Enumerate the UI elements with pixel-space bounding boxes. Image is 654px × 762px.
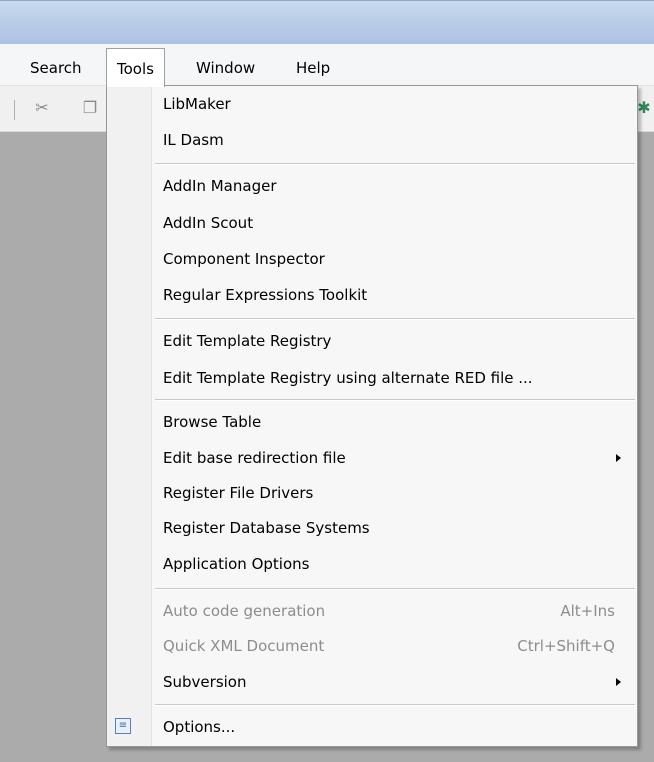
menu-item-auto-code-generation: Auto code generation Alt+Ins	[107, 594, 637, 628]
toolbar-separator	[14, 100, 15, 120]
menu-item-register-database-systems[interactable]: Register Database Systems	[107, 511, 637, 545]
menu-item-edit-template-registry[interactable]: Edit Template Registry	[107, 324, 637, 358]
menu-separator	[155, 318, 635, 320]
copy-icon[interactable]: ❐	[78, 96, 102, 120]
menu-bar: Search Tools Window Help	[0, 44, 654, 87]
menu-item-label: Subversion	[163, 673, 247, 691]
menu-item-label: Component Inspector	[163, 250, 325, 268]
menu-tools[interactable]: Tools	[106, 48, 165, 87]
menu-item-label: Auto code generation	[163, 602, 326, 620]
scissors-icon[interactable]: ✂	[30, 96, 54, 120]
menu-item-label: LibMaker	[163, 95, 231, 113]
menu-search[interactable]: Search	[22, 56, 90, 80]
menu-separator	[155, 399, 635, 401]
menu-item-subversion[interactable]: Subversion	[107, 665, 637, 699]
tools-menu-dropdown: LibMaker IL Dasm AddIn Manager AddIn Sco…	[106, 85, 638, 747]
menu-item-shortcut: Ctrl+Shift+Q	[517, 637, 615, 655]
menu-separator	[155, 163, 635, 165]
menu-item-label: Edit base redirection file	[163, 449, 346, 467]
menu-item-register-file-drivers[interactable]: Register File Drivers	[107, 476, 637, 510]
menu-separator	[155, 704, 635, 706]
menu-item-label: Register Database Systems	[163, 519, 370, 537]
title-bar	[0, 0, 654, 44]
menu-item-addin-scout[interactable]: AddIn Scout	[107, 206, 637, 240]
menu-item-label: Options...	[163, 718, 236, 736]
menu-item-regular-expressions-toolkit[interactable]: Regular Expressions Toolkit	[107, 278, 637, 312]
menu-item-label: AddIn Scout	[163, 214, 254, 232]
menu-help[interactable]: Help	[288, 56, 338, 80]
menu-item-addin-manager[interactable]: AddIn Manager	[107, 169, 637, 203]
menu-item-label: Edit Template Registry	[163, 332, 332, 350]
menu-item-application-options[interactable]: Application Options	[107, 547, 637, 581]
menu-item-il-dasm[interactable]: IL Dasm	[107, 123, 637, 157]
menu-item-browse-table[interactable]: Browse Table	[107, 405, 637, 439]
menu-item-shortcut: Alt+Ins	[560, 602, 615, 620]
menu-item-label: Quick XML Document	[163, 637, 325, 655]
menu-item-quick-xml-document: Quick XML Document Ctrl+Shift+Q	[107, 629, 637, 663]
submenu-arrow-icon	[616, 454, 621, 462]
menu-item-label: AddIn Manager	[163, 177, 277, 195]
menu-item-options[interactable]: ≡ Options...	[107, 710, 637, 744]
menu-item-libmaker[interactable]: LibMaker	[107, 87, 637, 121]
menu-item-label: IL Dasm	[163, 131, 224, 149]
menu-item-component-inspector[interactable]: Component Inspector	[107, 242, 637, 276]
menu-item-edit-template-registry-alternate[interactable]: Edit Template Registry using alternate R…	[107, 361, 637, 395]
menu-item-label: Regular Expressions Toolkit	[163, 286, 368, 304]
menu-item-label: Edit Template Registry using alternate R…	[163, 369, 533, 387]
submenu-arrow-icon	[616, 678, 621, 686]
menu-separator	[155, 588, 635, 590]
menu-item-label: Browse Table	[163, 413, 262, 431]
menu-item-label: Application Options	[163, 555, 310, 573]
options-icon: ≡	[115, 718, 131, 734]
menu-window[interactable]: Window	[188, 56, 263, 80]
menu-item-label: Register File Drivers	[163, 484, 314, 502]
menu-item-edit-base-redirection-file[interactable]: Edit base redirection file	[107, 441, 637, 475]
